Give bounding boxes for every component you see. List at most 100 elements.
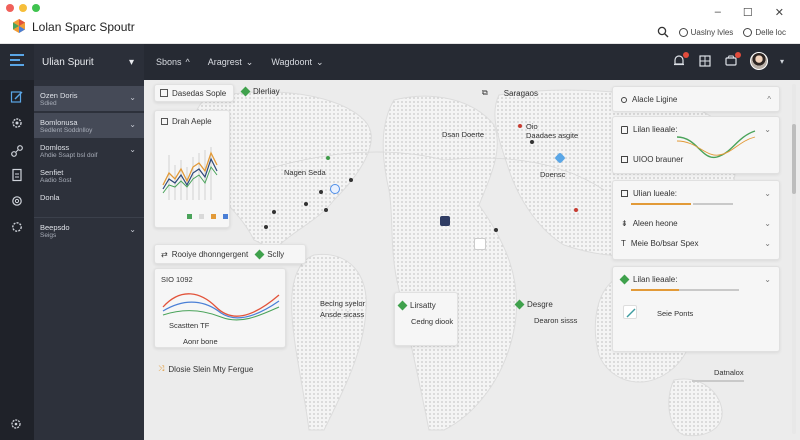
gear-icon[interactable] <box>10 116 24 130</box>
caret-down-icon[interactable]: ▾ <box>780 57 784 66</box>
document-icon[interactable] <box>10 168 24 182</box>
map-pin-alert[interactable] <box>574 208 578 212</box>
header-actions: Uaslny lvles Delle loc <box>657 26 786 38</box>
cog-icon[interactable] <box>10 220 24 234</box>
messages-icon[interactable] <box>724 52 741 68</box>
nav-menu-item-2[interactable]: Aragrest ⌄ <box>208 57 254 68</box>
chart-card-title: Drah Aeple <box>172 117 212 126</box>
progress-bar-track <box>693 203 733 205</box>
zoom-dot-icon[interactable] <box>32 4 40 12</box>
progress-bar <box>631 203 691 205</box>
map-filter-chip-2[interactable]: Dlerliay <box>240 86 280 97</box>
sidebar-item-5[interactable]: Donla <box>34 188 144 213</box>
layer-strip[interactable]: ⇄ Rooiye dhonngergent Sclly <box>154 244 306 264</box>
edit-icon[interactable] <box>10 90 24 104</box>
map-pin[interactable] <box>324 208 328 212</box>
map-pin[interactable] <box>319 190 323 194</box>
notification-badge <box>682 52 689 58</box>
map-pin[interactable] <box>494 228 498 232</box>
panel-card-3[interactable]: Lilan lieaale: Seie Ponts ⌄ <box>612 266 780 352</box>
map-pin[interactable] <box>326 156 330 160</box>
legend-swatch <box>199 214 204 219</box>
sidebar-item-3[interactable]: Domloss Ahdie Ssapt bsl doif ⌄ <box>34 138 144 163</box>
top-nav-bar: Ulian Spurit ▾ Sbons ^ Aragrest ⌄ Wagdoo… <box>0 44 800 80</box>
edit-marker-icon[interactable] <box>474 238 486 250</box>
location-target-icon[interactable] <box>330 184 340 194</box>
maximize-button[interactable]: ☐ <box>743 6 753 19</box>
nav-menu: Sbons ^ Aragrest ⌄ Wagdoont ⌄ <box>156 44 324 80</box>
map-pin[interactable] <box>272 210 276 214</box>
title-bar: Lolan Sparc Spoutr – ☐ ✕ Uaslny lvles De… <box>0 0 800 44</box>
shuffle-icon: ⤨ <box>158 364 165 373</box>
edit-icon[interactable] <box>623 305 637 319</box>
chevron-down-icon: ⌄ <box>129 120 136 129</box>
panel-card-1[interactable]: Lilan lieaale: UIOO brauner ⌄ <box>612 116 780 174</box>
map-pin-alert[interactable] <box>518 124 522 128</box>
right-panel: Alacle Ligine ^ Lilan lieaale: UIOO brau… <box>612 80 788 440</box>
map-pin[interactable] <box>530 140 534 144</box>
chevron-down-icon: ⌄ <box>129 225 136 234</box>
header-action-2[interactable]: Delle loc <box>743 27 786 37</box>
wave-card-title: SIO 1092 <box>161 275 193 284</box>
header-action-1[interactable]: Uaslny lvles <box>678 27 733 37</box>
map-label: Daadaes asgite <box>526 131 579 140</box>
sidebar-item-1[interactable]: Ozen Doris Sdied ⌄ <box>34 86 144 111</box>
grid-icon[interactable] <box>698 54 712 68</box>
panel-card-label: Seie Ponts <box>657 309 694 318</box>
user-avatar[interactable] <box>749 52 768 70</box>
chevron-down-icon[interactable]: ⌄ <box>764 189 771 198</box>
box-icon <box>621 190 628 197</box>
minimize-dot-icon[interactable] <box>19 4 27 12</box>
sidebar-item-6[interactable]: Beepsdo Seigs ⌄ <box>34 217 144 242</box>
sidebar-item-4[interactable]: Senfiet Aadio Sost <box>34 163 144 188</box>
diamond-icon <box>514 299 525 310</box>
diamond-icon <box>240 86 251 97</box>
metric-chart-card[interactable]: Drah Aeple <box>154 110 230 228</box>
diamond-icon <box>619 274 630 285</box>
panel-card-header[interactable]: Alacle Ligine ^ <box>612 86 780 112</box>
shield-marker-icon[interactable] <box>440 216 450 226</box>
settings-icon[interactable] <box>10 194 24 208</box>
chevron-down-icon[interactable]: ⌄ <box>764 219 771 228</box>
map-label: Nagen Seda <box>284 168 326 177</box>
nav-menu-item-3[interactable]: Wagdoont ⌄ <box>271 57 323 68</box>
scrollbar-thumb[interactable] <box>792 124 796 194</box>
chevron-down-icon[interactable]: ⌄ <box>764 125 771 134</box>
map-pin[interactable] <box>349 178 353 182</box>
map-filter-chip-1[interactable]: Dasedas Sople <box>154 84 234 102</box>
nav-menu-item-1[interactable]: Sbons ^ <box>156 57 190 67</box>
bottom-settings-icon[interactable] <box>10 418 22 430</box>
wave-card-label: Aonr bone <box>183 337 218 346</box>
map-label: Oio <box>526 122 538 131</box>
list-icon: ⇟ <box>621 219 628 228</box>
minimize-button[interactable]: – <box>715 6 721 19</box>
project-selector[interactable]: Ulian Spurit ▾ <box>34 44 144 80</box>
close-button[interactable]: ✕ <box>775 6 784 19</box>
close-dot-icon[interactable] <box>6 4 14 12</box>
map-filter-chip-3[interactable]: ⧉ Saragaos <box>482 88 538 98</box>
status-dot-icon <box>621 96 627 103</box>
map-pin[interactable] <box>304 202 308 206</box>
info-card-3[interactable]: Desgre <box>514 299 553 310</box>
map-pin[interactable] <box>264 225 268 229</box>
menu-toggle-icon[interactable] <box>10 54 26 68</box>
sidebar-item-2[interactable]: Bomlonusa Sedlent Soddnlloy ⌄ <box>34 113 144 138</box>
caret-down-icon: ▾ <box>128 56 134 68</box>
chevron-down-icon[interactable]: ⌄ <box>764 275 771 284</box>
bottom-legend[interactable]: ⤨ Dlosie Slein Mty Fergue <box>158 364 253 374</box>
signal-wave-card[interactable]: SIO 1092 Scastten TF Aonr bone <box>154 268 286 348</box>
search-icon[interactable] <box>657 26 669 38</box>
panel-card-2[interactable]: Ulian lueale: ⇟ Aleen heone T Meie Bo/bs… <box>612 180 780 260</box>
info-card-3-sub: Dearon sisss <box>534 316 578 325</box>
map-label: Dsan Doerte <box>442 130 485 139</box>
mini-line-chart <box>162 147 218 200</box>
info-card-1[interactable]: Beclng syelor Ansde sicass <box>320 298 365 320</box>
notifications-icon[interactable] <box>672 52 689 68</box>
right-scrollbar[interactable] <box>792 84 796 434</box>
sidebar: Ozen Doris Sdied ⌄ Bomlonusa Sedlent Sod… <box>34 80 144 440</box>
nav-right-actions: ▾ <box>672 52 784 70</box>
link-icon[interactable] <box>10 144 24 158</box>
chevron-up-icon[interactable]: ^ <box>767 95 771 104</box>
chevron-down-icon[interactable]: ⌄ <box>764 239 771 248</box>
info-card-2[interactable]: Lirsatty Cedng diook <box>394 292 458 346</box>
